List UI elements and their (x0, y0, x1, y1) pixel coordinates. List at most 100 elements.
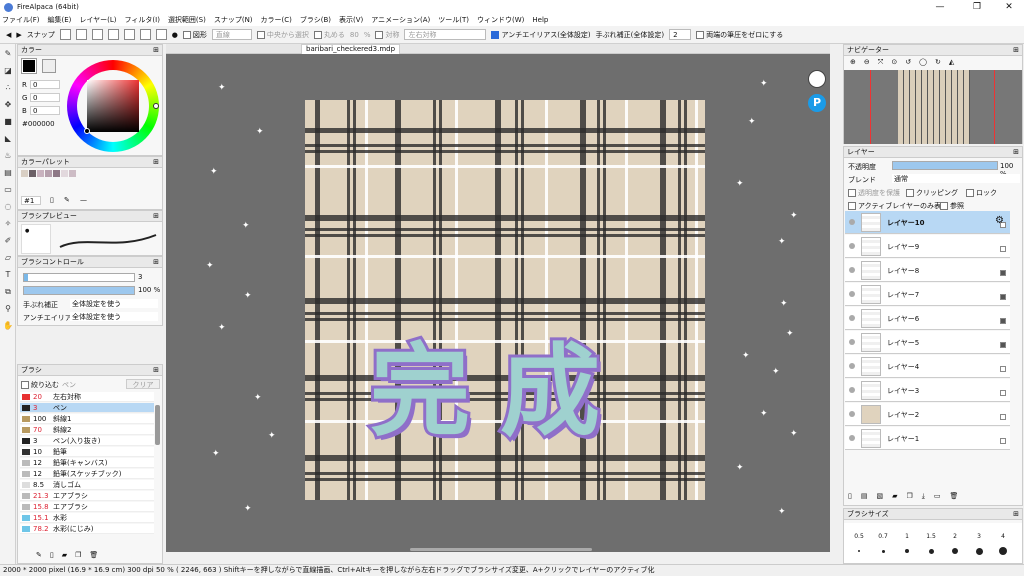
protect-alpha-checkbox[interactable]: 透明度を保護 (848, 188, 900, 198)
menu-animation[interactable]: アニメーション(A) (371, 15, 430, 25)
layer-settings-icon[interactable]: ⚙ (995, 215, 1004, 226)
rect-select-tool-icon[interactable]: ▭ (3, 185, 13, 195)
r-input[interactable]: 0 (30, 80, 60, 89)
palette-swatch[interactable] (61, 170, 68, 177)
brush-item[interactable]: 15.8 エアブラシ (20, 502, 154, 512)
snap-parallel-icon[interactable] (75, 29, 87, 40)
brush-size-slider[interactable] (23, 273, 135, 282)
visibility-icon[interactable] (849, 363, 855, 369)
eraser-tool-icon[interactable]: ◪ (3, 66, 13, 76)
pin-icon[interactable]: ⊞ (1013, 509, 1019, 520)
frame-tool-icon[interactable]: ⧉ (3, 287, 13, 297)
new-8bit-layer-icon[interactable]: ▤ (861, 492, 868, 501)
bucket-tool-icon[interactable]: ♨ (3, 151, 13, 161)
center-select-checkbox[interactable]: 中央から選択 (256, 30, 309, 40)
magic-wand-tool-icon[interactable]: ✧ (3, 219, 13, 229)
layer-color-box[interactable] (1000, 414, 1006, 420)
minimize-button[interactable]: — (925, 1, 955, 13)
snap-vanish-icon[interactable] (107, 29, 119, 40)
layer-row[interactable]: レイヤー8 (845, 259, 1010, 282)
brush-size-option[interactable]: 0.7 (872, 533, 894, 540)
shape-checkbox[interactable]: 図形 (182, 30, 207, 40)
layer-row[interactable]: レイヤー3 (845, 379, 1010, 402)
blend-select[interactable]: 通常 (892, 174, 1020, 183)
brush-size-dot[interactable] (858, 550, 860, 552)
layer-color-box[interactable] (1000, 438, 1006, 444)
correction-select[interactable]: 2 (669, 29, 692, 40)
secondary-color-swatch[interactable] (42, 59, 56, 73)
antialias-checkbox[interactable]: アンチエイリアス(全体設定) (491, 30, 591, 40)
hue-handle[interactable] (153, 103, 159, 109)
layer-color-box[interactable] (1000, 390, 1006, 396)
primary-color-swatch[interactable] (21, 58, 37, 74)
hue-wheel[interactable] (67, 60, 159, 152)
layer-color-box[interactable] (1000, 294, 1006, 300)
brush-item[interactable]: 100 斜線1 (20, 414, 154, 424)
menu-window[interactable]: ウィンドウ(W) (477, 15, 524, 25)
visibility-icon[interactable] (849, 435, 855, 441)
rotate-left-icon[interactable]: ↺ (905, 58, 911, 67)
brush-size-option[interactable]: 0.5 (848, 533, 870, 540)
select-pen-tool-icon[interactable]: ✐ (3, 236, 13, 246)
color-picker-handle[interactable] (84, 128, 90, 134)
pin-icon[interactable]: ⊞ (153, 257, 159, 268)
layer-row[interactable]: レイヤー4 (845, 355, 1010, 378)
brush-item[interactable]: 21.3 エアブラシ (20, 491, 154, 501)
layer-row[interactable]: レイヤー6 (845, 307, 1010, 330)
layer-color-box[interactable] (1000, 246, 1006, 252)
brush-item[interactable]: 3 ペン (20, 403, 154, 413)
clear-layer-icon[interactable]: ▭ (934, 492, 941, 501)
new-brush-icon[interactable]: ▯ (50, 551, 54, 559)
visibility-icon[interactable] (849, 339, 855, 345)
brush-size-dot[interactable] (905, 549, 909, 553)
zoom-in-icon[interactable]: ⊕ (850, 58, 856, 67)
edit-palette-icon[interactable]: ✎ (64, 196, 70, 204)
folder-icon[interactable]: ▰ (62, 551, 67, 559)
pressure-checkbox[interactable]: 両端の筆圧をゼロにする (696, 30, 783, 40)
visibility-icon[interactable] (849, 243, 855, 249)
brush-scrollbar[interactable] (155, 405, 160, 445)
brush-item[interactable]: 12 鉛筆(キャンバス) (20, 458, 154, 468)
zoom-out-icon[interactable]: ⊖ (864, 58, 870, 67)
new-palette-icon[interactable]: ▯ (50, 196, 54, 204)
arrow-right-icon[interactable]: ▶ (16, 31, 21, 39)
snap-radial-icon[interactable] (123, 29, 135, 40)
pixiv-icon[interactable]: P (808, 94, 826, 112)
reset-rotate-icon[interactable]: ◯ (919, 58, 927, 67)
b-input[interactable]: 0 (30, 106, 60, 115)
reference-checkbox[interactable]: 参照 (940, 201, 964, 211)
brush-settings-icon[interactable]: ✎ (36, 551, 42, 559)
rect-fill-tool-icon[interactable]: ■ (3, 117, 13, 127)
palette-swatch[interactable] (21, 170, 28, 177)
brush-item[interactable]: 10 鉛筆 (20, 447, 154, 457)
arrow-left-icon[interactable]: ◀ (6, 31, 11, 39)
pin-icon[interactable]: ⊞ (153, 157, 159, 168)
menu-file[interactable]: ファイル(F) (2, 15, 40, 25)
delete-layer-icon[interactable]: 🗑 (950, 492, 959, 501)
hand-tool-icon[interactable]: ✋ (3, 321, 13, 331)
canvas-scrollbar[interactable] (410, 548, 592, 551)
fill-tool-icon[interactable]: ◣ (3, 134, 13, 144)
layer-row[interactable]: レイヤー10 ⚙ (845, 211, 1010, 234)
navigator-preview[interactable] (844, 70, 1022, 144)
pin-icon[interactable]: ⊞ (153, 211, 159, 222)
brush-item[interactable]: 20 左右対称 (20, 392, 154, 402)
brush-size-option[interactable]: 3 (968, 533, 990, 540)
visibility-icon[interactable] (849, 315, 855, 321)
layer-opacity-slider[interactable] (892, 161, 998, 170)
actual-size-icon[interactable]: ⊙ (891, 58, 897, 67)
snap-cross-icon[interactable] (91, 29, 103, 40)
layer-row[interactable]: レイヤー1 (845, 427, 1010, 450)
brush-opacity-slider[interactable] (23, 286, 135, 295)
hex-value[interactable]: #000000 (22, 120, 55, 128)
layer-row[interactable]: レイヤー7 (845, 283, 1010, 306)
merge-down-icon[interactable]: ⤓ (922, 492, 925, 501)
brush-size-dot[interactable] (881, 549, 885, 553)
brush-size-dot[interactable] (952, 548, 958, 554)
menu-select[interactable]: 選択範囲(S) (168, 15, 206, 25)
round-checkbox[interactable]: 丸める (313, 30, 345, 40)
menu-filter[interactable]: フィルタ(I) (125, 15, 160, 25)
new-1bit-layer-icon[interactable]: ▧ (876, 492, 883, 501)
brush-item[interactable]: 12 鉛筆(スケッチブック) (20, 469, 154, 479)
brush-item[interactable]: 8.5 消しゴム (20, 480, 154, 490)
